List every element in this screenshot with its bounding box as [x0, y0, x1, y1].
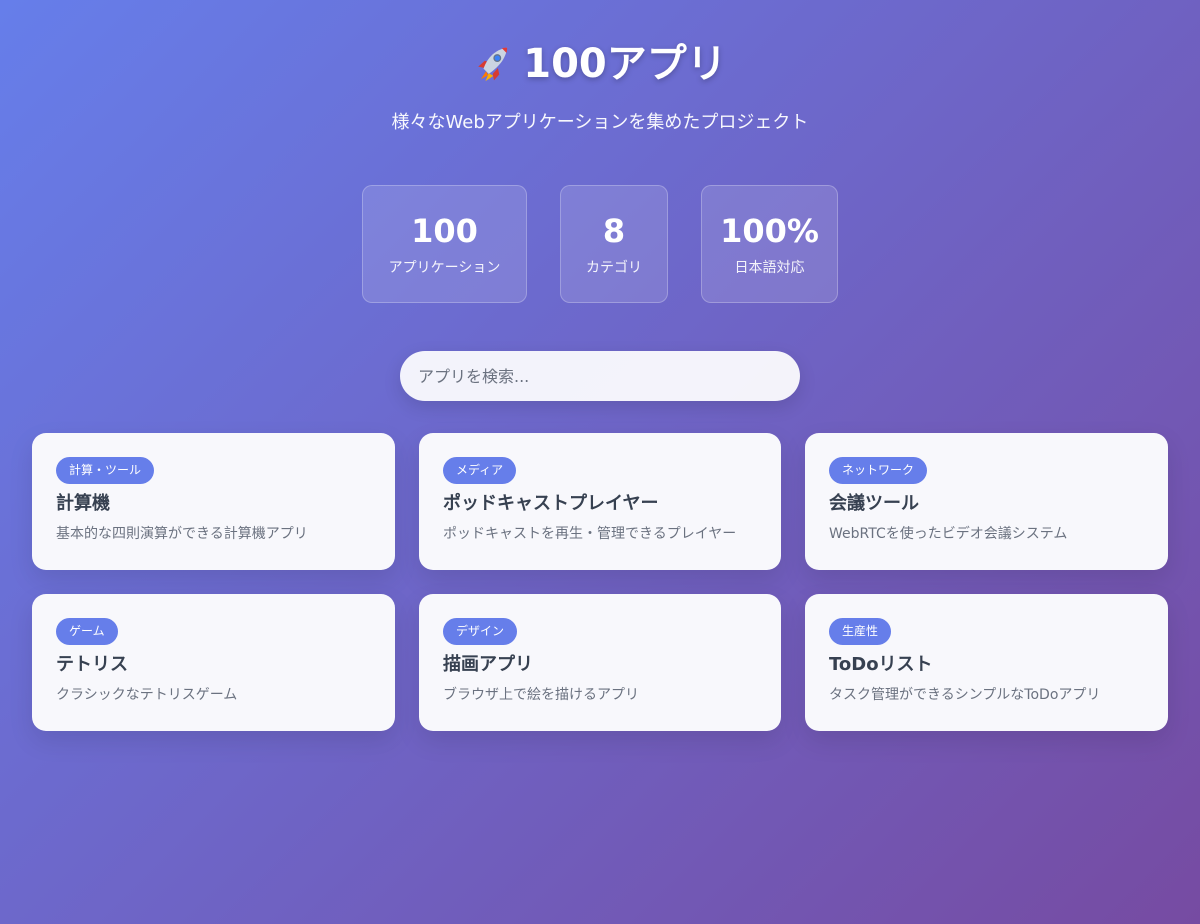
title-text: 100アプリ	[523, 41, 727, 87]
app-card-drawing-app[interactable]: デザイン 描画アプリ ブラウザ上で絵を描けるアプリ	[419, 594, 781, 731]
app-description: タスク管理ができるシンプルなToDoアプリ	[829, 687, 1101, 703]
category-badge: 計算・ツール	[56, 457, 155, 484]
app-description: ポッドキャストを再生・管理できるプレイヤー	[443, 526, 737, 542]
app-title: 計算機	[56, 493, 110, 514]
category-badge: デザイン	[443, 618, 518, 645]
search-container	[400, 351, 800, 401]
category-badge: 生産性	[829, 618, 892, 645]
app-gallery-page: 100アプリ 様々なWebアプリケーションを集めたプロジェクト 100 アプリケ…	[0, 0, 1200, 924]
page-title: 100アプリ	[473, 36, 727, 92]
app-description: クラシックなテトリスゲーム	[56, 687, 238, 703]
app-title: テトリス	[56, 654, 128, 675]
rocket-icon	[478, 47, 508, 82]
category-badge: ネットワーク	[829, 457, 928, 484]
app-title: ToDoリスト	[829, 654, 933, 675]
app-card-calculator[interactable]: 計算・ツール 計算機 基本的な四則演算ができる計算機アプリ	[32, 433, 395, 570]
app-card-grid: 計算・ツール 計算機 基本的な四則演算ができる計算機アプリ メディア ポッドキャ…	[32, 433, 1168, 731]
stat-value: 100%	[720, 212, 819, 250]
stat-card-japanese-support: 100% 日本語対応	[701, 185, 838, 303]
app-description: 基本的な四則演算ができる計算機アプリ	[56, 526, 308, 542]
app-card-podcast-player[interactable]: メディア ポッドキャストプレイヤー ポッドキャストを再生・管理できるプレイヤー	[419, 433, 781, 570]
app-description: ブラウザ上で絵を描けるアプリ	[443, 687, 639, 703]
stat-value: 100	[411, 212, 478, 250]
stat-label: カテゴリ	[586, 260, 642, 276]
stats-row: 100 アプリケーション 8 カテゴリ 100% 日本語対応	[0, 185, 1200, 303]
app-title: ポッドキャストプレイヤー	[443, 493, 659, 514]
stat-card-apps: 100 アプリケーション	[362, 185, 527, 303]
page-header: 100アプリ	[0, 36, 1200, 92]
stat-value: 8	[602, 212, 626, 250]
app-card-tetris[interactable]: ゲーム テトリス クラシックなテトリスゲーム	[32, 594, 395, 731]
stat-label: アプリケーション	[388, 260, 501, 276]
app-title: 描画アプリ	[443, 654, 533, 675]
app-description: WebRTCを使ったビデオ会議システム	[829, 526, 1068, 542]
app-card-todo-list[interactable]: 生産性 ToDoリスト タスク管理ができるシンプルなToDoアプリ	[805, 594, 1168, 731]
category-badge: ゲーム	[56, 618, 118, 645]
stat-label: 日本語対応	[734, 260, 805, 276]
page-subtitle: 様々なWebアプリケーションを集めたプロジェクト	[391, 112, 809, 133]
app-title: 会議ツール	[829, 493, 919, 514]
app-card-meeting-tool[interactable]: ネットワーク 会議ツール WebRTCを使ったビデオ会議システム	[805, 433, 1168, 570]
stat-card-categories: 8 カテゴリ	[560, 185, 668, 303]
category-badge: メディア	[443, 457, 517, 484]
search-input[interactable]	[400, 351, 800, 401]
